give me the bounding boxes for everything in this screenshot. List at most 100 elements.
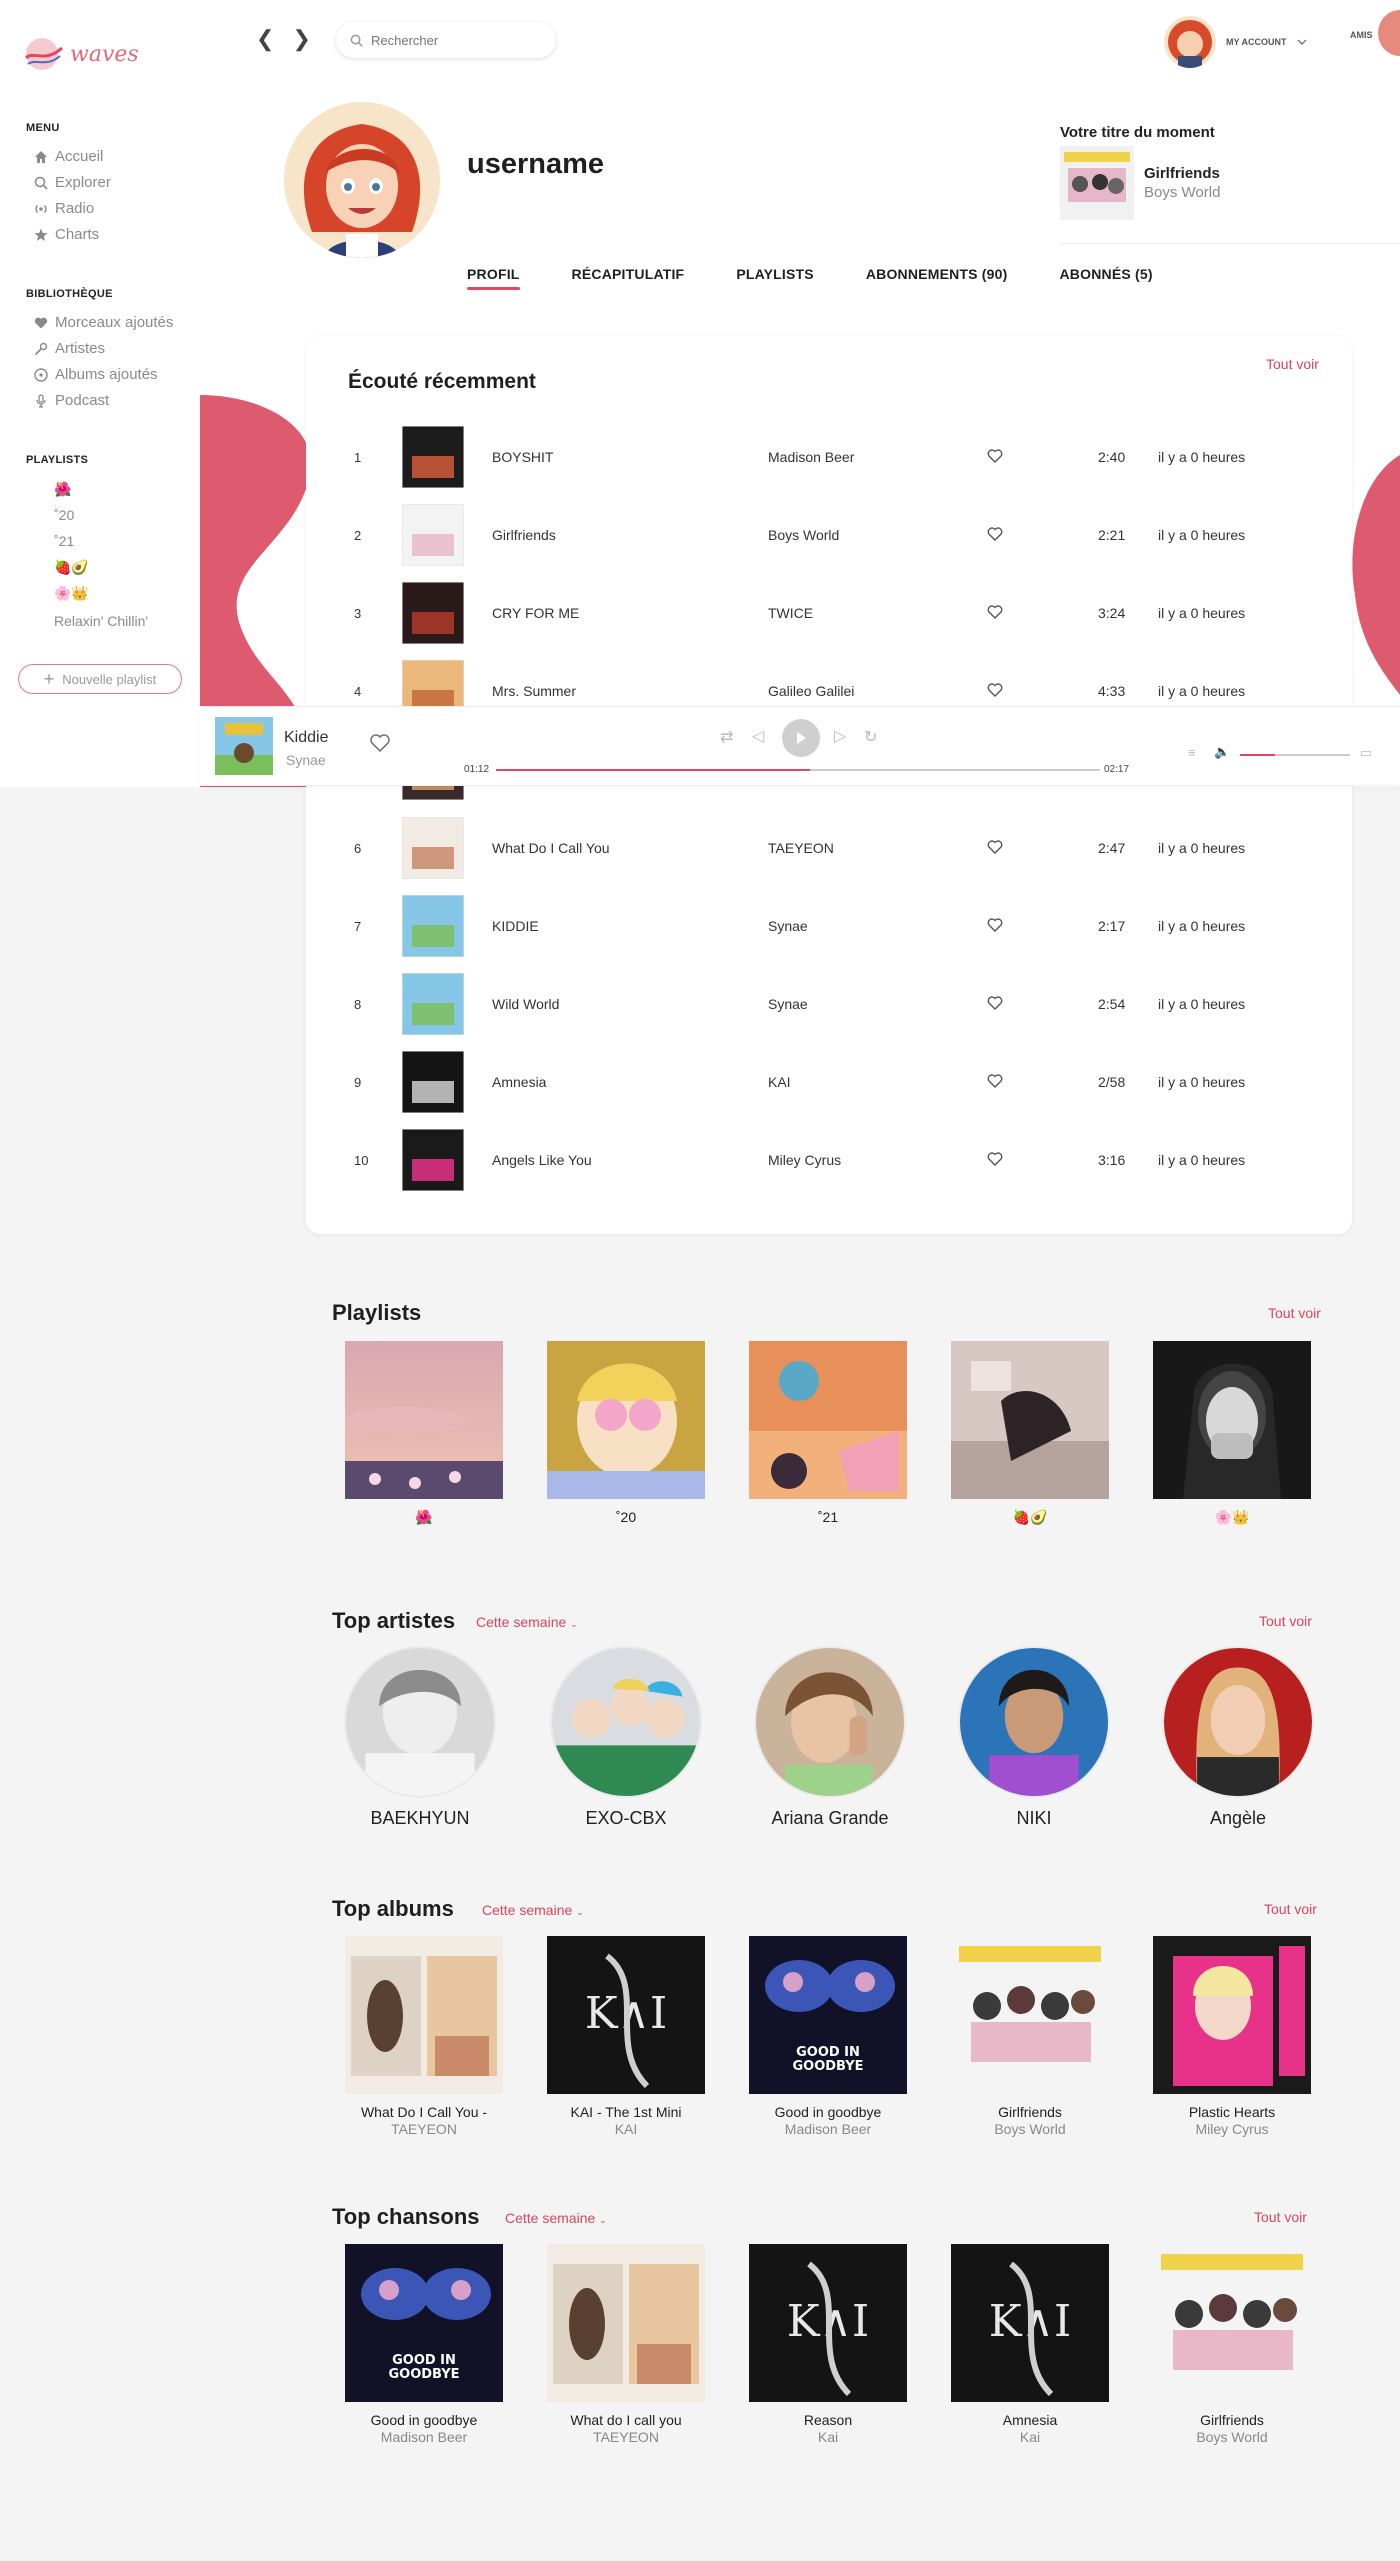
track-artist[interactable]: Madison Beer (768, 449, 854, 465)
sidebar-item-artists[interactable]: Artistes (34, 340, 105, 357)
track-artist[interactable]: TWICE (768, 605, 813, 621)
progress-bar[interactable] (496, 769, 1100, 771)
forward-arrow-icon[interactable]: ❯ (292, 26, 310, 52)
period-filter[interactable]: Cette semaine ⌄ (482, 1902, 584, 1918)
sidebar-playlist-item[interactable]: 🌸👑 (54, 585, 89, 602)
track-artist[interactable]: Synae (768, 996, 808, 1012)
sidebar-playlist-item[interactable]: ˚21 (54, 533, 74, 549)
app-logo[interactable]: waves (24, 34, 139, 74)
repeat-icon[interactable]: ↻ (864, 727, 877, 747)
album-card[interactable]: GOOD IN GOODBYE Good in goodbye Madison B… (749, 1936, 907, 2137)
song-card[interactable]: GOOD IN GOODBYE Good in goodbye Madison B… (345, 2244, 503, 2445)
album-card[interactable]: What Do I Call You - TAEYEON (345, 1936, 503, 2137)
track-row[interactable]: 10 Angels Like You Miley Cyrus 3:16 il y a 0… (306, 1123, 1352, 1201)
track-row[interactable]: 3 CRY FOR ME TWICE 3:24 il y a 0 heures (306, 576, 1352, 654)
period-filter[interactable]: Cette semaine ⌄ (476, 1614, 578, 1630)
track-cover (402, 426, 464, 488)
sidebar-item-charts[interactable]: Charts (34, 226, 99, 243)
track-row[interactable]: 1 BOYSHIT Madison Beer 2:40 il y a 0 heures (306, 420, 1352, 498)
like-heart-icon[interactable] (368, 731, 392, 755)
track-artist[interactable]: KAI (768, 1074, 791, 1090)
artist-card[interactable]: Angèle (1160, 1646, 1316, 1829)
device-icon[interactable]: ▭ (1360, 745, 1372, 761)
song-card[interactable]: Girlfriends Boys World (1153, 2244, 1311, 2445)
sidebar-playlist-item[interactable]: ˚20 (54, 507, 74, 523)
album-card[interactable]: Plastic Hearts Miley Cyrus (1153, 1936, 1311, 2137)
track-artist[interactable]: TAEYEON (768, 840, 834, 856)
previous-icon[interactable]: ◁ (752, 726, 764, 746)
sidebar-item-accueil[interactable]: Accueil (34, 148, 103, 165)
svg-text:GOOD IN: GOOD IN (392, 2353, 456, 2368)
shuffle-icon[interactable]: ⇄ (720, 727, 733, 747)
playlist-card[interactable]: ˚20 (547, 1341, 705, 1525)
playlist-card[interactable]: 🍓🥑 (951, 1341, 1109, 1526)
song-cover: GOOD INGOODBYE (345, 2244, 503, 2402)
sidebar-item-explorer[interactable]: Explorer (34, 174, 111, 191)
play-button[interactable] (782, 719, 820, 757)
track-row[interactable]: 6 What Do I Call You TAEYEON 2:47 il y a 0 h… (306, 811, 1352, 889)
like-heart-icon[interactable] (986, 525, 1004, 543)
track-number: 3 (354, 606, 362, 622)
section-title: Écouté récemment (348, 370, 536, 393)
search-bar[interactable] (336, 22, 556, 58)
track-row[interactable]: 8 Wild World Synae 2:54 il y a 0 heures (306, 967, 1352, 1045)
like-heart-icon[interactable] (986, 1072, 1004, 1090)
like-heart-icon[interactable] (986, 994, 1004, 1012)
like-heart-icon[interactable] (986, 916, 1004, 934)
search-input[interactable] (371, 32, 541, 48)
artist-card[interactable]: BAEKHYUN (342, 1646, 498, 1829)
playlist-card[interactable]: ˚21 (749, 1341, 907, 1525)
see-all-link[interactable]: Tout voir (1268, 1305, 1321, 1321)
new-playlist-button[interactable]: + Nouvelle playlist (18, 664, 182, 694)
playlist-card[interactable]: 🌺 (345, 1341, 503, 1526)
track-artist[interactable]: Boys World (768, 527, 839, 543)
song-card[interactable]: What do I call you TAEYEON (547, 2244, 705, 2445)
track-artist[interactable]: Galileo Galilei (768, 683, 854, 699)
artist-card[interactable]: Ariana Grande (752, 1646, 908, 1829)
artist-card[interactable]: NIKI (956, 1646, 1112, 1829)
album-card[interactable]: Girlfriends Boys World (951, 1936, 1109, 2137)
moment-card[interactable]: Girlfriends Boys World (1060, 146, 1380, 220)
sidebar-playlist-item[interactable]: Relaxin' Chillin' (54, 613, 148, 629)
see-all-link[interactable]: Tout voir (1254, 2209, 1307, 2225)
tab-profil[interactable]: PROFIL (467, 266, 520, 290)
artist-card[interactable]: EXO-CBX (548, 1646, 704, 1829)
tab-abonnements[interactable]: ABONNEMENTS (90) (866, 266, 1008, 282)
like-heart-icon[interactable] (986, 447, 1004, 465)
track-row[interactable]: 9 Amnesia KAI 2/58 il y a 0 heures (306, 1045, 1352, 1123)
volume-slider[interactable] (1240, 754, 1350, 756)
playlist-card[interactable]: 🌸👑 (1153, 1341, 1311, 1526)
song-card[interactable]: K∧I Amnesia Kai (951, 2244, 1109, 2445)
see-all-link[interactable]: Tout voir (1264, 1901, 1317, 1917)
tab-playlists[interactable]: PLAYLISTS (736, 266, 814, 282)
see-all-link[interactable]: Tout voir (1259, 1613, 1312, 1629)
queue-icon[interactable]: ≡ (1188, 745, 1196, 760)
sidebar-item-radio[interactable]: Radio (34, 200, 94, 217)
tab-abonnes[interactable]: ABONNÉS (5) (1060, 266, 1153, 282)
song-card[interactable]: K∧I Reason Kai (749, 2244, 907, 2445)
friends-label[interactable]: AMIS (1350, 30, 1373, 40)
period-filter[interactable]: Cette semaine ⌄ (505, 2210, 607, 2226)
see-all-link[interactable]: Tout voir (1266, 356, 1319, 372)
like-heart-icon[interactable] (986, 603, 1004, 621)
next-icon[interactable]: ▷ (834, 726, 846, 746)
volume-icon[interactable]: 🔈 (1214, 744, 1230, 760)
account-menu[interactable]: MY ACCOUNT (1164, 16, 1307, 68)
track-artist[interactable]: Synae (768, 918, 808, 934)
album-card[interactable]: K∧I KAI - The 1st Mini KAI (547, 1936, 705, 2137)
track-row[interactable]: 2 Girlfriends Boys World 2:21 il y a 0 heure… (306, 498, 1352, 576)
sidebar-playlist-item[interactable]: 🌺 (54, 481, 71, 498)
back-arrow-icon[interactable]: ❮ (256, 26, 274, 52)
like-heart-icon[interactable] (986, 681, 1004, 699)
track-row[interactable]: 7 KIDDIE Synae 2:17 il y a 0 heures (306, 889, 1352, 967)
sidebar-item-podcast[interactable]: Podcast (34, 392, 109, 409)
tab-recapitulatif[interactable]: RÉCAPITULATIF (572, 266, 685, 282)
sidebar-item-albums[interactable]: Albums ajoutés (34, 366, 158, 383)
sidebar-playlist-item[interactable]: 🍓🥑 (54, 559, 89, 576)
radio-icon (34, 202, 48, 216)
like-heart-icon[interactable] (986, 838, 1004, 856)
like-heart-icon[interactable] (986, 1150, 1004, 1168)
track-artist[interactable]: Miley Cyrus (768, 1152, 841, 1168)
sidebar-item-liked-tracks[interactable]: Morceaux ajoutés (34, 314, 173, 331)
current-favorite-track[interactable]: Votre titre du moment Girlfriends Boys W… (1060, 124, 1220, 220)
